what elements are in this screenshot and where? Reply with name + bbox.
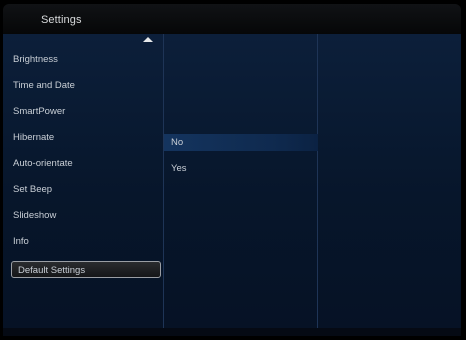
title-bar: Settings	[3, 4, 461, 34]
settings-panel: Brightness Time and Date SmartPower Hibe…	[3, 34, 461, 328]
menu-item-default-settings[interactable]: Default Settings	[11, 261, 161, 278]
menu-item-smartpower[interactable]: SmartPower	[13, 103, 153, 121]
bottom-bar	[3, 328, 461, 336]
option-no[interactable]: No	[164, 134, 318, 151]
column-divider	[163, 34, 164, 328]
menu-item-slideshow[interactable]: Slideshow	[13, 207, 153, 225]
menu-item-hibernate[interactable]: Hibernate	[13, 129, 153, 147]
column-divider	[317, 34, 318, 328]
page-title: Settings	[41, 14, 82, 26]
menu-item-time-and-date[interactable]: Time and Date	[13, 77, 153, 95]
menu-item-info[interactable]: Info	[13, 233, 153, 251]
menu-item-auto-orientate[interactable]: Auto-orientate	[13, 155, 153, 173]
menu-item-set-beep[interactable]: Set Beep	[13, 181, 153, 199]
settings-screen: Settings Brightness Time and Date SmartP…	[0, 0, 466, 340]
option-yes[interactable]: Yes	[164, 160, 318, 177]
scroll-up-icon[interactable]	[143, 37, 153, 42]
menu-item-brightness[interactable]: Brightness	[13, 51, 153, 69]
